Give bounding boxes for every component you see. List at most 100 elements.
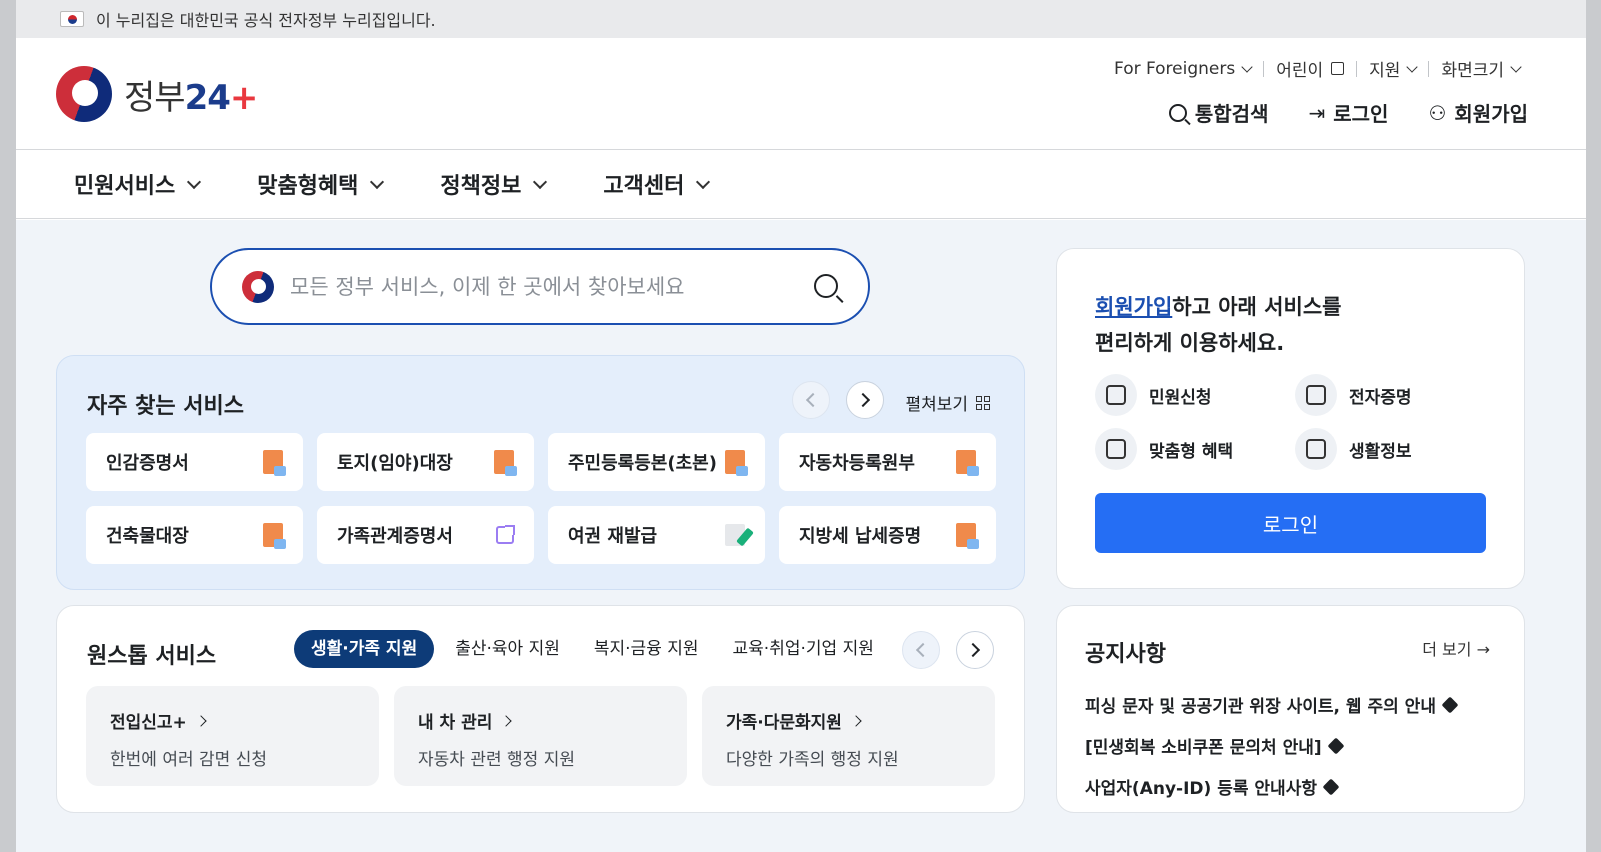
login-icon: ⇥ bbox=[1308, 100, 1326, 125]
edit-icon bbox=[725, 524, 745, 546]
search-icon bbox=[814, 274, 838, 298]
korea-flag-icon bbox=[60, 11, 84, 27]
integrated-search-button[interactable]: 통합검색 bbox=[1168, 98, 1268, 127]
onestop-title: 원스톱 서비스 bbox=[87, 644, 217, 669]
pdf-icon bbox=[725, 450, 748, 476]
service-card[interactable]: 인감증명서 bbox=[86, 433, 303, 491]
gift-icon bbox=[1095, 428, 1137, 470]
support-menu[interactable]: 지원 bbox=[1357, 56, 1428, 81]
tab-life-family[interactable]: 생활·가족 지원 bbox=[294, 630, 435, 668]
onestop-card[interactable]: 전입신고+ 한번에 여러 감면 신청 bbox=[86, 686, 379, 786]
header-actions: 통합검색 ⇥ 로그인 ⚇ 회원가입 bbox=[1129, 98, 1528, 127]
member-panel: 회원가입하고 아래 서비스를 편리하게 이용하세요. 민원신청 전자증명 맞춤형… bbox=[1056, 248, 1525, 589]
id-card-icon bbox=[1295, 374, 1337, 416]
screen-size-menu[interactable]: 화면크기 bbox=[1429, 56, 1532, 81]
pdf-icon bbox=[494, 450, 517, 476]
tab-education-jobs[interactable]: 교육·취업·기업 지원 bbox=[716, 630, 891, 668]
pin-icon bbox=[1327, 737, 1345, 754]
service-card[interactable]: 자동차등록원부 bbox=[779, 433, 996, 491]
grid-icon bbox=[976, 395, 990, 410]
onestop-prev-button[interactable] bbox=[902, 631, 940, 669]
onestop-next-button[interactable] bbox=[956, 631, 994, 669]
chevron-down-icon bbox=[370, 174, 385, 190]
member-service-lifeinfo[interactable]: 생활정보 bbox=[1295, 428, 1412, 470]
global-nav: 민원서비스 맞춤형혜택 정책정보 고객센터 bbox=[16, 150, 1586, 219]
official-banner: 이 누리집은 대한민국 공식 전자정부 누리집입니다. bbox=[16, 0, 1586, 38]
official-banner-text: 이 누리집은 대한민국 공식 전자정부 누리집입니다. bbox=[96, 11, 436, 30]
notice-list: 피싱 문자 및 공공기관 위장 사이트, 웹 주의 안내 [민생회복 소비쿠폰 … bbox=[1085, 684, 1459, 807]
onestop-card[interactable]: 가족·다문화지원 다양한 가족의 행정 지원 bbox=[702, 686, 995, 786]
site-header: 정부24+ For Foreigners 어린이 지원 화면크기 통합검색 ⇥ … bbox=[16, 38, 1586, 150]
chevron-right-icon bbox=[500, 714, 513, 727]
gov24-logo[interactable]: 정부24+ bbox=[56, 66, 258, 122]
taegeuk-icon bbox=[242, 270, 274, 303]
favorites-prev-button[interactable] bbox=[792, 381, 830, 419]
member-message: 회원가입하고 아래 서비스를 편리하게 이용하세요. bbox=[1095, 295, 1342, 355]
favorites-next-button[interactable] bbox=[846, 381, 884, 419]
browser-page: 이 누리집은 대한민국 공식 전자정부 누리집입니다. 정부24+ For Fo… bbox=[16, 0, 1586, 852]
service-card[interactable]: 지방세 납세증명 bbox=[779, 506, 996, 564]
service-card[interactable]: 여권 재발급 bbox=[548, 506, 765, 564]
pdf-icon bbox=[263, 523, 286, 549]
main-search-box bbox=[210, 248, 870, 325]
search-icon bbox=[1168, 103, 1187, 122]
service-card[interactable]: 주민등록등본(초본) bbox=[548, 433, 765, 491]
chevron-down-icon bbox=[1241, 60, 1253, 73]
tab-welfare-finance[interactable]: 복지·금융 지원 bbox=[577, 630, 716, 668]
bookmark-icon bbox=[1295, 428, 1337, 470]
notice-title: 공지사항 bbox=[1085, 642, 1166, 667]
onestop-tabs: 생활·가족 지원 출산·육아 지원 복지·금융 지원 교육·취업·기업 지원 bbox=[294, 630, 891, 668]
nav-civil-services[interactable]: 민원서비스 bbox=[74, 168, 202, 200]
header-login-button[interactable]: ⇥ 로그인 bbox=[1308, 98, 1388, 127]
favorite-services-title: 자주 찾는 서비스 bbox=[87, 394, 244, 419]
chevron-right-icon bbox=[195, 714, 207, 727]
pin-icon bbox=[1441, 696, 1459, 713]
chevron-left-icon bbox=[915, 642, 931, 658]
notice-item[interactable]: 피싱 문자 및 공공기관 위장 사이트, 웹 주의 안내 bbox=[1085, 684, 1459, 725]
service-card[interactable]: 건축물대장 bbox=[86, 506, 303, 564]
user-plus-icon: ⚇ bbox=[1428, 100, 1447, 125]
kids-link[interactable]: 어린이 bbox=[1264, 56, 1356, 81]
member-service-benefits[interactable]: 맞춤형 혜택 bbox=[1095, 428, 1233, 470]
member-service-ecert[interactable]: 전자증명 bbox=[1295, 374, 1412, 416]
nav-custom-benefits[interactable]: 맞춤형혜택 bbox=[257, 168, 385, 200]
envelope-icon bbox=[1095, 374, 1137, 416]
pin-icon bbox=[1322, 778, 1340, 795]
chevron-right-icon bbox=[850, 714, 862, 727]
join-link[interactable]: 회원가입 bbox=[1095, 295, 1172, 319]
main-content: 자주 찾는 서비스 펼쳐보기 인감증명서 토지(임야)대장 주민등록등본(초본) bbox=[16, 220, 1586, 852]
chevron-down-icon bbox=[1510, 60, 1522, 73]
pdf-icon bbox=[263, 450, 286, 476]
pdf-icon bbox=[956, 450, 979, 476]
logo-wordmark: 정부24+ bbox=[124, 77, 258, 118]
onestop-services-panel: 원스톱 서비스 생활·가족 지원 출산·육아 지원 복지·금융 지원 교육·취업… bbox=[56, 605, 1025, 813]
chevron-down-icon bbox=[187, 174, 202, 190]
header-join-button[interactable]: ⚇ 회원가입 bbox=[1428, 98, 1528, 127]
chevron-left-icon bbox=[805, 392, 821, 408]
chevron-right-icon bbox=[965, 642, 981, 658]
for-foreigners-menu[interactable]: For Foreigners bbox=[1102, 59, 1263, 79]
login-button[interactable]: 로그인 bbox=[1095, 493, 1486, 553]
notice-item[interactable]: [민생회복 소비쿠폰 문의처 안내] bbox=[1085, 725, 1456, 766]
chevron-down-icon bbox=[533, 174, 548, 190]
external-link-icon bbox=[1331, 62, 1345, 75]
service-card[interactable]: 토지(임야)대장 bbox=[317, 433, 534, 491]
nav-policy-info[interactable]: 정책정보 bbox=[440, 168, 548, 200]
expand-view-button[interactable]: 펼쳐보기 bbox=[905, 390, 990, 415]
notice-item[interactable]: 사업자(Any-ID) 등록 안내사항 bbox=[1085, 766, 1456, 807]
notice-more-link[interactable]: 더 보기 → bbox=[1422, 636, 1490, 660]
member-service-civil[interactable]: 민원신청 bbox=[1095, 374, 1212, 416]
favorite-services-panel: 자주 찾는 서비스 펼쳐보기 인감증명서 토지(임야)대장 주민등록등본(초본) bbox=[56, 355, 1025, 590]
tab-birth-childcare[interactable]: 출산·육아 지원 bbox=[438, 630, 577, 668]
pdf-icon bbox=[956, 523, 979, 549]
service-card[interactable]: 가족관계증명서 bbox=[317, 506, 534, 564]
chevron-down-icon bbox=[1406, 60, 1419, 73]
onestop-card[interactable]: 내 차 관리 자동차 관련 행정 지원 bbox=[394, 686, 687, 786]
external-link-icon bbox=[496, 525, 515, 544]
taegeuk-logo-icon bbox=[56, 66, 112, 122]
main-search-input[interactable] bbox=[290, 274, 790, 299]
search-submit-button[interactable] bbox=[814, 274, 838, 298]
utility-menu: For Foreigners 어린이 지원 화면크기 bbox=[1102, 56, 1532, 81]
nav-customer-center[interactable]: 고객센터 bbox=[603, 168, 711, 200]
chevron-right-icon bbox=[855, 392, 871, 408]
